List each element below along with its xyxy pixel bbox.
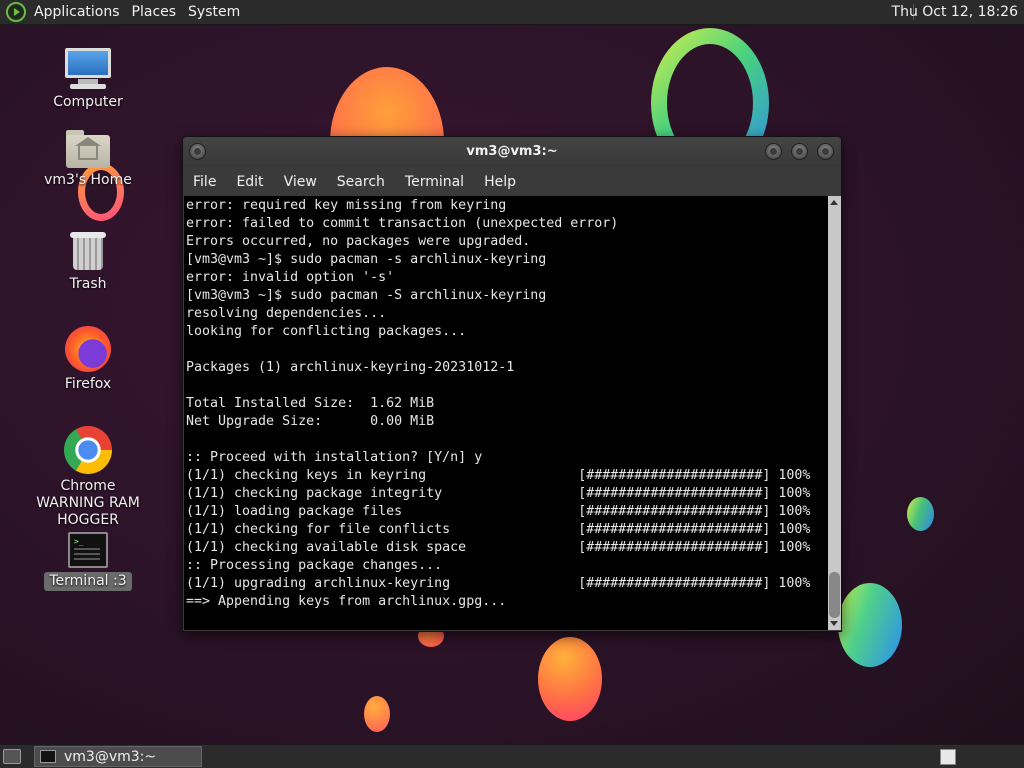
menu-view[interactable]: View [274, 174, 327, 190]
desktop-icon-computer[interactable]: Computer [33, 46, 143, 111]
desktop-icon-label: Chrome WARNING RAM HOGGER [36, 478, 140, 528]
menu-search[interactable]: Search [327, 174, 395, 190]
terminal-line: (1/1) checking keys in keyring [########… [186, 468, 811, 483]
terminal-window: vm3@vm3:~ File Edit View Search Terminal… [182, 136, 842, 632]
desktop-icon-trash[interactable]: Trash [33, 230, 143, 293]
window-titlebar[interactable]: vm3@vm3:~ [183, 137, 841, 167]
terminal-line: Packages (1) archlinux-keyring-20231012-… [186, 360, 515, 375]
close-button[interactable] [817, 143, 834, 160]
terminal-output[interactable]: error: required key missing from keyring… [184, 196, 828, 630]
clock[interactable]: Thu Oct 12, 18:26 [892, 4, 1018, 20]
terminal-line: (1/1) loading package files [###########… [186, 504, 811, 519]
terminal-line: (1/1) checking available disk space [###… [186, 540, 811, 555]
chrome-icon [64, 426, 112, 474]
terminal-line: error: invalid option '-s' [186, 270, 395, 285]
wallpaper-blob [838, 583, 902, 667]
menu-edit[interactable]: Edit [226, 174, 273, 190]
terminal-icon [40, 750, 56, 763]
wallpaper-blob [538, 637, 602, 721]
desktop-icon-label: Terminal :3 [44, 572, 132, 591]
menu-help[interactable]: Help [474, 174, 526, 190]
terminal-line: looking for conflicting packages... [186, 324, 467, 339]
terminal-line: [vm3@vm3 ~]$ sudo pacman -s archlinux-ke… [186, 252, 547, 267]
terminal-line: Total Installed Size: 1.62 MiB [186, 396, 435, 411]
maximize-button[interactable] [791, 143, 808, 160]
desktop-icon-chrome[interactable]: Chrome WARNING RAM HOGGER [28, 426, 148, 529]
computer-icon [64, 46, 112, 90]
taskbar-button-terminal[interactable]: vm3@vm3:~ [34, 746, 202, 767]
menubar: File Edit View Search Terminal Help [183, 167, 841, 196]
menu-terminal[interactable]: Terminal [395, 174, 474, 190]
scroll-up-icon[interactable] [830, 200, 838, 205]
distro-logo-icon[interactable] [6, 2, 26, 22]
trash-icon [70, 230, 106, 272]
terminal-text: error: required key missing from keyring… [184, 196, 828, 611]
menu-file[interactable]: File [183, 174, 226, 190]
workspace-switcher[interactable] [940, 749, 956, 765]
home-folder-icon [66, 130, 110, 168]
terminal-line: ==> Appending keys from archlinux.gpg... [186, 594, 507, 609]
terminal-line: :: Proceed with installation? [Y/n] y [186, 450, 483, 465]
scroll-down-icon[interactable] [830, 621, 838, 626]
terminal-line: Errors occurred, no packages were upgrad… [186, 234, 531, 249]
desktop-icon-label: Trash [69, 276, 107, 292]
minimize-button[interactable] [765, 143, 782, 160]
terminal-line: (1/1) checking package integrity [######… [186, 486, 811, 501]
desktop-icon-label: vm3's Home [44, 172, 132, 188]
system-menu[interactable]: System [188, 4, 248, 20]
applications-menu[interactable]: Applications [34, 4, 128, 20]
bottom-panel: vm3@vm3:~ [0, 744, 1024, 768]
terminal-line: (1/1) upgrading archlinux-keyring [#####… [186, 576, 811, 591]
terminal-line: error: failed to commit transaction (une… [186, 216, 619, 231]
desktop-icon-home[interactable]: vm3's Home [33, 130, 143, 189]
terminal-line: [vm3@vm3 ~]$ sudo pacman -S archlinux-ke… [186, 288, 547, 303]
terminal-line: Net Upgrade Size: 0.00 MiB [186, 414, 435, 429]
desktop-icon-firefox[interactable]: Firefox [33, 326, 143, 393]
wallpaper-blob [907, 497, 934, 531]
terminal-icon: >_ [68, 532, 108, 568]
terminal-line: resolving dependencies... [186, 306, 387, 321]
scrollbar[interactable] [828, 196, 841, 630]
places-menu[interactable]: Places [132, 4, 185, 20]
terminal-line: error: required key missing from keyring [186, 198, 507, 213]
window-title: vm3@vm3:~ [466, 144, 558, 159]
top-panel: Applications Places System Thu Oct 12, 1… [0, 0, 1024, 25]
show-desktop-icon[interactable] [3, 749, 21, 764]
desktop-icon-terminal[interactable]: >_ Terminal :3 [33, 532, 143, 591]
desktop-icon-label: Computer [53, 94, 123, 110]
wallpaper-blob [364, 696, 390, 732]
terminal-line: (1/1) checking for file conflicts [#####… [186, 522, 811, 537]
terminal-line: :: Processing package changes... [186, 558, 443, 573]
desktop-icon-label: Firefox [64, 376, 112, 392]
taskbar-label: vm3@vm3:~ [64, 748, 157, 765]
scrollbar-thumb[interactable] [829, 572, 840, 618]
firefox-icon [65, 326, 111, 372]
